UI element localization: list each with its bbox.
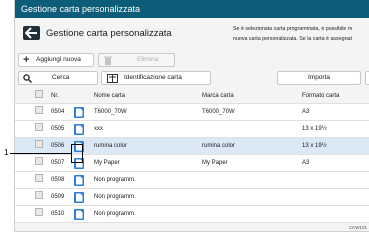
row-paper-format: A3 [302,160,310,166]
row-paper-name: rumina color [94,143,128,149]
search-label: Cerca [52,74,70,81]
select-all-checkbox[interactable] [35,89,43,104]
plus-icon: + [23,54,30,66]
search-button[interactable]: Cerca [18,71,98,85]
row-number: 0504 [51,109,65,115]
row-paper-name: Non programm. [94,211,136,217]
more-button[interactable] [365,71,369,85]
paper-icon [74,209,84,220]
row-paper-name: Non programm. [94,194,136,200]
header-note-line-1: Se è selezionata carta programmata, è po… [233,26,353,32]
header-note-line-2: nuova carta personalizzata. Se la carta … [233,36,352,42]
header: Gestione carta personalizzata Se è selez… [15,18,369,48]
paper-icon [74,192,84,203]
row-number: 0507 [51,160,65,166]
paper-identification-button[interactable]: Identificazione carta [101,71,211,85]
table-row[interactable]: 0505 xxx 13 x 19½ [15,121,369,138]
column-header-name[interactable]: Nome carta [94,89,125,104]
row-paper-format: 13 x 19½ [302,143,327,149]
paper-table: Nr. Nome carta Marca carta Formato carta… [15,89,369,223]
figure-id: CKW101 [348,225,367,230]
callout-label: 1 [4,148,9,157]
identify-paper-icon [107,74,118,83]
page-title: Gestione carta personalizzata [46,28,172,39]
paper-identification-label: Identificazione carta [124,74,182,81]
arrow-left-icon [25,27,37,39]
row-number: 0508 [51,177,65,183]
column-header-brand[interactable]: Marca carta [202,89,234,104]
row-paper-brand: My Paper [202,160,228,166]
header-note: Se è selezionata carta programmata, è po… [233,24,352,44]
row-paper-name: T6000_70W [94,109,127,115]
table-row[interactable]: 0510 Non programm. [15,206,369,223]
row-paper-name: Non programm. [94,177,136,183]
row-checkbox[interactable] [35,104,43,121]
column-header-format[interactable]: Formato carta [302,89,339,104]
row-paper-format: A3 [302,109,310,115]
row-paper-name: My Paper [94,160,120,166]
column-header-number[interactable]: Nr. [51,89,59,104]
callout-box [71,144,83,163]
row-checkbox[interactable] [35,189,43,206]
table-row[interactable]: 0507 My Paper My Paper A3 [15,155,369,172]
paper-icon [74,107,84,118]
row-paper-format: 13 x 19½ [302,126,327,132]
row-checkbox[interactable] [35,206,43,223]
row-paper-brand: T6000_70W [202,109,235,115]
window-title: Gestione carta personalizzata [15,0,369,18]
row-paper-brand: rumina color [202,143,236,149]
delete-button[interactable]: Elimina [98,53,175,67]
paper-icon [74,124,84,135]
row-number: 0510 [51,211,65,217]
table-header: Nr. Nome carta Marca carta Formato carta [15,89,369,104]
back-button[interactable] [23,26,40,40]
row-checkbox[interactable] [35,155,43,172]
row-number: 0505 [51,126,65,132]
toolbar-primary: + Aggiungi nuova Elimina [15,50,369,68]
table-row[interactable]: 0504 T6000_70W T6000_70W A3 [15,104,369,121]
callout-line [10,153,72,154]
delete-label: Elimina [137,56,159,63]
row-paper-name: xxx [94,126,103,132]
add-new-button[interactable]: + Aggiungi nuova [18,53,94,67]
paper-icon [74,175,84,186]
toolbar-secondary: Cerca Identificazione carta Importa [15,69,369,87]
search-icon [23,74,32,83]
table-row[interactable]: 0508 Non programm. [15,172,369,189]
row-checkbox[interactable] [35,121,43,138]
import-button[interactable]: Importa [277,71,361,85]
row-number: 0509 [51,194,65,200]
row-checkbox[interactable] [35,172,43,189]
add-new-label: Aggiungi nuova [36,56,81,63]
table-row[interactable]: 0509 Non programm. [15,189,369,206]
app-screen: Gestione carta personalizzata Gestione c… [14,0,369,232]
trash-icon [104,56,112,65]
